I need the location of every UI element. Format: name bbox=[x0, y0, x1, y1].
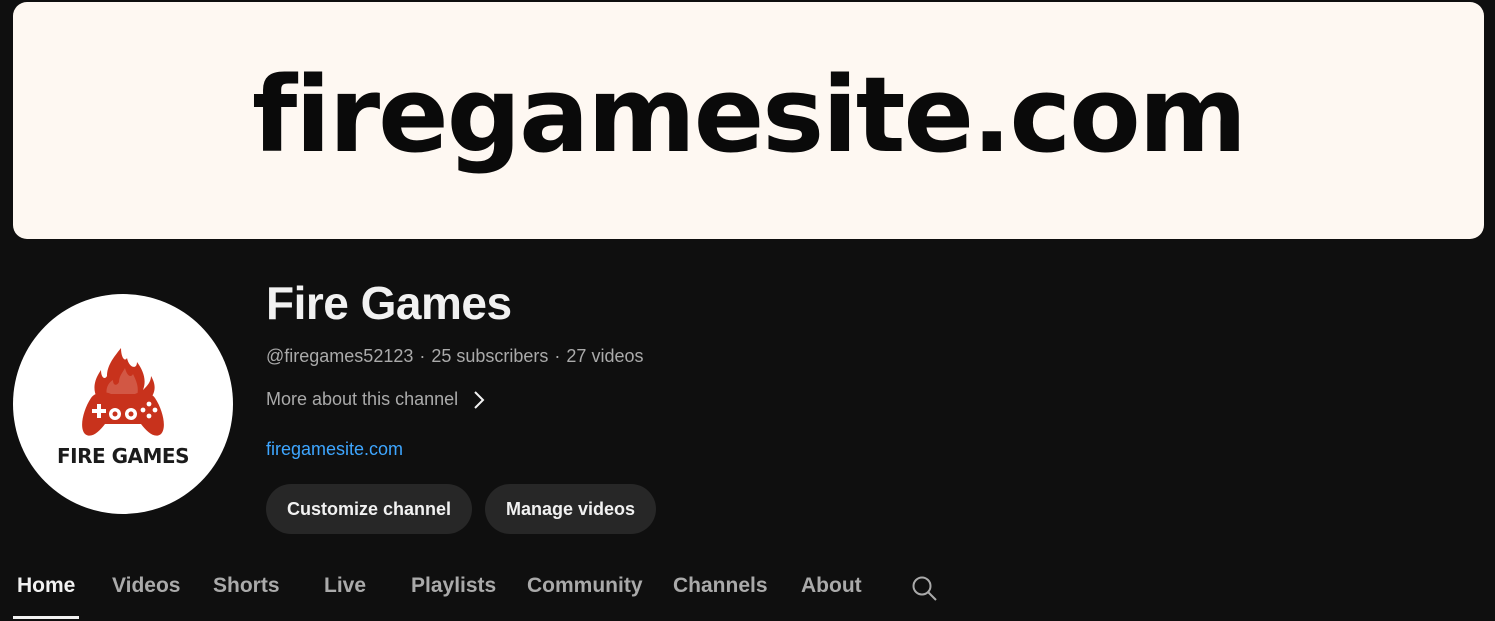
channel-tabs: Home Videos Shorts Live Playlists Commun… bbox=[0, 560, 1495, 621]
tab-videos[interactable]: Videos bbox=[112, 574, 180, 598]
channel-avatar[interactable]: FIRE GAMES bbox=[13, 294, 233, 514]
banner-text: firegamesite.com bbox=[251, 53, 1247, 176]
video-count: 27 videos bbox=[566, 346, 644, 366]
manage-videos-button[interactable]: Manage videos bbox=[485, 484, 657, 534]
channel-handle: @firegames52123 bbox=[266, 346, 414, 366]
tab-playlists[interactable]: Playlists bbox=[411, 574, 496, 598]
chevron-right-icon bbox=[474, 390, 485, 409]
tab-channels[interactable]: Channels bbox=[673, 574, 768, 598]
channel-meta: @firegames52123 · 25 subscribers · 27 videos bbox=[266, 346, 643, 367]
channel-name: Fire Games bbox=[266, 277, 512, 329]
subscriber-count: 25 subscribers bbox=[431, 346, 549, 366]
tab-home[interactable]: Home bbox=[17, 574, 75, 598]
meta-separator: · bbox=[419, 346, 426, 366]
active-tab-indicator bbox=[13, 616, 79, 619]
tab-about[interactable]: About bbox=[801, 574, 862, 598]
search-icon[interactable] bbox=[911, 575, 939, 608]
customize-channel-button[interactable]: Customize channel bbox=[266, 484, 473, 534]
tab-shorts[interactable]: Shorts bbox=[213, 574, 280, 598]
more-about-label: More about this channel bbox=[266, 389, 459, 409]
flaming-gamepad-icon bbox=[82, 348, 164, 436]
tab-live[interactable]: Live bbox=[324, 574, 366, 598]
channel-banner: firegamesite.com bbox=[13, 2, 1484, 239]
meta-separator: · bbox=[554, 346, 561, 366]
tab-community[interactable]: Community bbox=[527, 574, 643, 598]
avatar-logo-text: FIRE GAMES bbox=[57, 444, 190, 468]
more-about-channel-link[interactable]: More about this channel bbox=[266, 389, 486, 410]
channel-website-link[interactable]: firegamesite.com bbox=[266, 439, 403, 460]
